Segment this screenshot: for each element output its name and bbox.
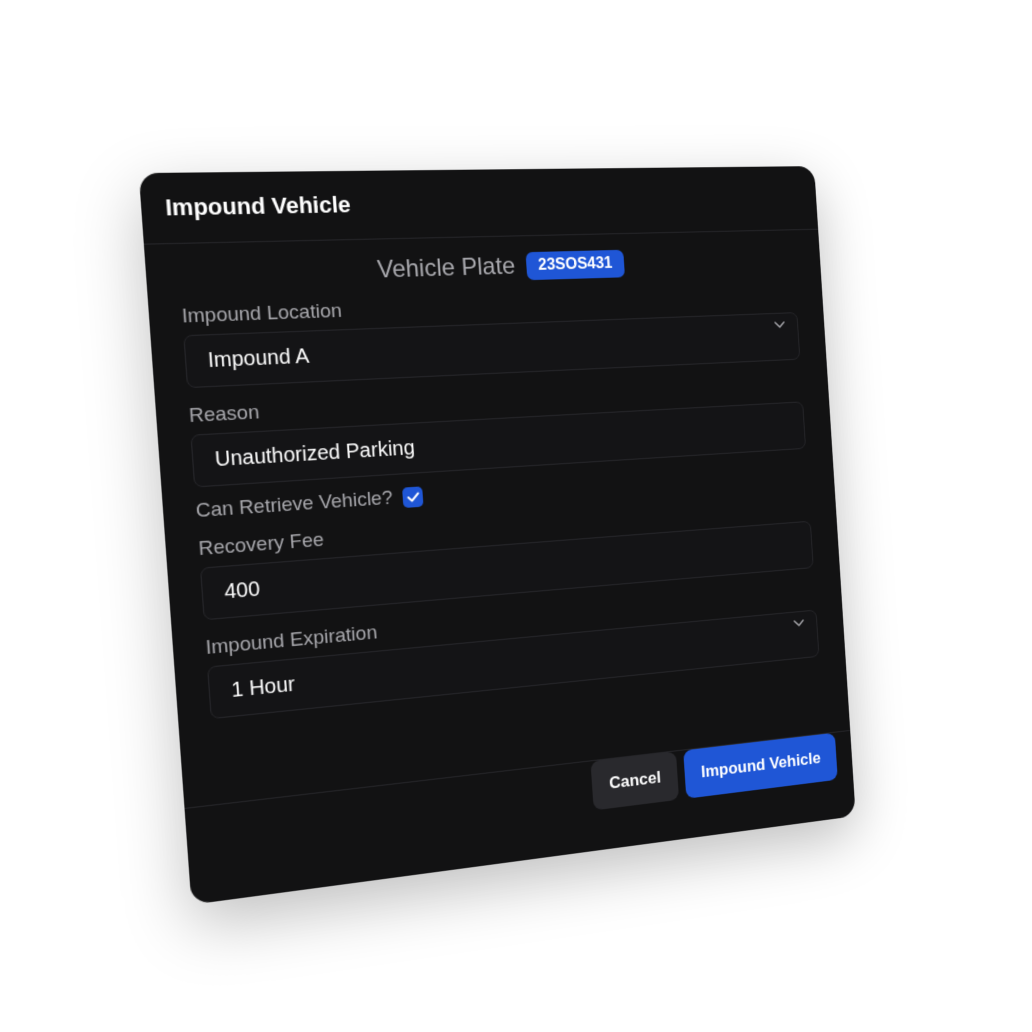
reason-value: Unauthorized Parking [214,436,416,471]
impound-vehicle-button[interactable]: Impound Vehicle [683,732,838,799]
stage: Impound Vehicle Vehicle Plate 23SOS431 I… [0,0,1032,1032]
retrieve-label: Can Retrieve Vehicle? [195,487,394,523]
fee-value: 400 [223,577,261,604]
location-value: Impound A [207,344,310,372]
expiration-value: 1 Hour [230,672,296,702]
check-icon [406,492,420,503]
dialog-body: Vehicle Plate 23SOS431 Impound Location … [144,230,845,723]
dialog-title: Impound Vehicle [164,191,352,221]
plate-row: Vehicle Plate 23SOS431 [178,245,795,290]
dialog-footer: Cancel Impound Vehicle [184,729,856,905]
chevron-down-icon [793,619,802,629]
chevron-down-icon [774,321,783,331]
plate-badge: 23SOS431 [525,249,625,281]
cancel-button[interactable]: Cancel [590,751,679,811]
retrieve-checkbox[interactable] [402,486,424,509]
plate-label: Vehicle Plate [376,252,516,284]
impound-dialog: Impound Vehicle Vehicle Plate 23SOS431 I… [138,166,856,905]
